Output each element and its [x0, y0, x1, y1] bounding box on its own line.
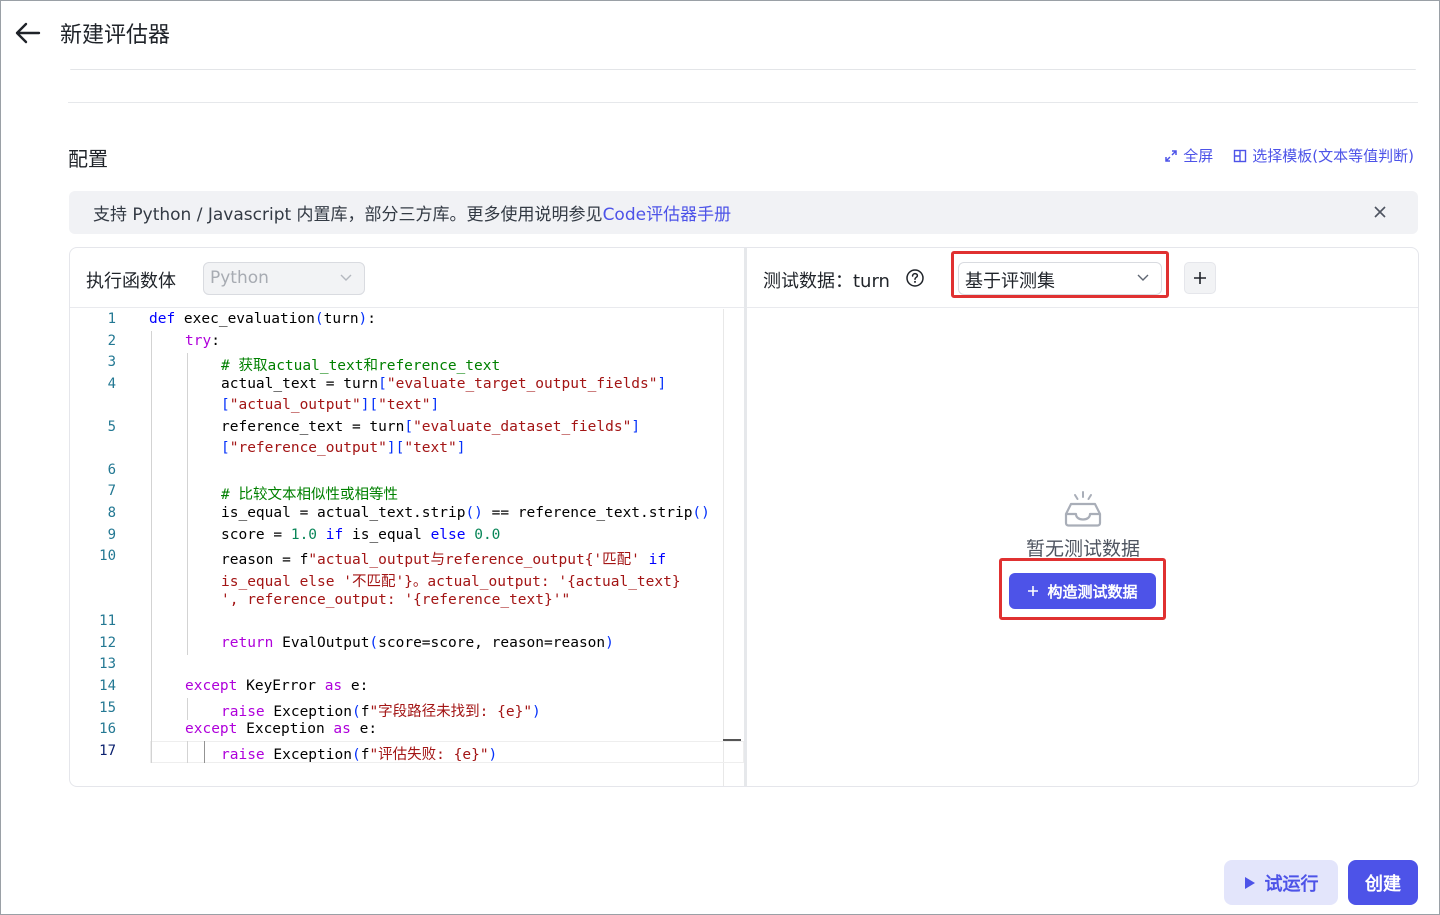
template-icon — [1234, 149, 1247, 162]
template-label: 选择模板(文本等值判断) — [1252, 147, 1414, 165]
add-test-data-button[interactable] — [1184, 262, 1216, 294]
function-body-label: 执行函数体 — [86, 271, 176, 292]
info-text: 支持 Python / Javascript 内置库，部分三方库。更多使用说明参… — [93, 205, 603, 225]
test-data-label: 测试数据：turn — [763, 271, 890, 292]
chevron-down-icon — [1137, 274, 1149, 281]
select-template-button[interactable]: 选择模板(文本等值判断) — [1233, 145, 1414, 166]
code-line: 13 — [99, 656, 116, 672]
fullscreen-button[interactable]: 全屏 — [1164, 145, 1213, 166]
code-editor[interactable]: 1 def exec_evaluation(turn): 2 try: 3 # 获取a… — [70, 309, 744, 786]
close-banner-button[interactable] — [1370, 202, 1390, 222]
plus-icon — [1028, 586, 1039, 596]
page-title: 新建评估器 — [60, 23, 171, 48]
empty-inbox-icon — [1064, 491, 1102, 527]
page-header: 新建评估器 — [0, 0, 1440, 68]
header-divider — [70, 69, 1416, 70]
code-line: 14 except KeyError as e: — [99, 678, 369, 694]
code-line: 15 raise Exception(f"字段路径未找到: {e}") — [99, 700, 541, 720]
code-line: 11 — [99, 613, 116, 629]
code-panel-header: 执行函数体 Python — [70, 248, 744, 308]
code-line: 16 except Exception as e: — [99, 721, 378, 737]
trial-run-label: 试运行 — [1264, 873, 1319, 895]
config-actions: 全屏 选择模板(文本等值判断) — [1164, 145, 1414, 166]
plus-icon — [1194, 272, 1206, 284]
empty-state: 暂无测试数据 构造测试数据 — [747, 308, 1418, 786]
test-data-source-select[interactable]: 基于评测集 — [958, 262, 1162, 295]
code-line: 12 return EvalOutput(score=score, reason=… — [99, 635, 614, 651]
source-value: 基于评测集 — [965, 271, 1055, 292]
code-line-active: 17 raise Exception(f"评估失败: {e}") — [99, 743, 498, 763]
empty-text: 暂无测试数据 — [1025, 538, 1140, 560]
code-line: 6 — [107, 462, 116, 478]
trial-run-button[interactable]: 试运行 — [1224, 860, 1338, 905]
code-line: 4 actual_text = turn["evaluate_target_out… — [107, 376, 667, 392]
code-line: is_equal else '不匹配'}。actual_output: '{ac… — [221, 574, 681, 590]
code-line: 10 reason = f"actual_output与reference_out… — [99, 548, 667, 568]
code-line: ["reference_output"]["text"] — [221, 440, 466, 456]
back-button[interactable] — [12, 18, 44, 48]
info-banner: 支持 Python / Javascript 内置库，部分三方库。更多使用说明参… — [69, 191, 1418, 234]
evaluator-panel: 执行函数体 Python 1 def exec_evaluation(turn):… — [69, 247, 1419, 787]
help-icon[interactable] — [905, 268, 925, 288]
close-icon — [1374, 206, 1386, 218]
code-line: 8 is_equal = actual_text.strip() == refer… — [107, 505, 710, 521]
expand-icon — [1165, 149, 1178, 162]
build-test-data-button[interactable]: 构造测试数据 — [1009, 573, 1156, 609]
create-label: 创建 — [1365, 873, 1401, 895]
code-line: 7 # 比较文本相似性或相等性 — [107, 483, 398, 503]
code-line: 9 score = 1.0 if is_equal else 0.0 — [107, 527, 501, 543]
test-data-panel: 测试数据：turn 基于评测集 暂无测试数据 构造测试数据 — [747, 248, 1418, 786]
config-title: 配置 — [68, 147, 108, 171]
code-line: 1 def exec_evaluation(turn): — [107, 311, 377, 327]
code-line: ["actual_output"]["text"] — [221, 397, 440, 413]
fullscreen-label: 全屏 — [1183, 147, 1214, 165]
code-line: ', reference_output: '{reference_text}'" — [221, 592, 571, 608]
back-arrow-icon — [15, 22, 41, 44]
code-panel: 执行函数体 Python 1 def exec_evaluation(turn):… — [70, 248, 744, 786]
language-select: Python — [203, 262, 365, 295]
test-data-header: 测试数据：turn 基于评测集 — [747, 248, 1418, 308]
code-line: 2 try: — [107, 333, 220, 349]
code-line: 5 reference_text = turn["evaluate_dataset… — [107, 419, 641, 435]
build-button-label: 构造测试数据 — [1047, 582, 1138, 601]
play-icon — [1244, 876, 1255, 889]
language-value: Python — [210, 268, 269, 288]
section-divider — [68, 102, 1418, 103]
code-evaluator-manual-link[interactable]: Code评估器手册 — [603, 200, 732, 225]
chevron-down-icon — [340, 274, 352, 281]
create-button[interactable]: 创建 — [1348, 860, 1418, 905]
code-line: 3 # 获取actual_text和reference_text — [107, 354, 501, 374]
